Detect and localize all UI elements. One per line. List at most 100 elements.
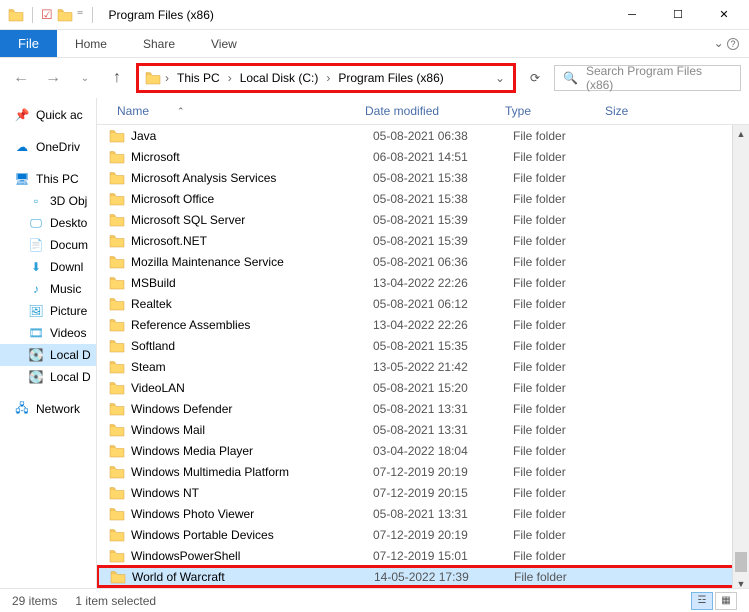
folder-icon	[109, 276, 125, 290]
table-row[interactable]: Windows Defender05-08-2021 13:31File fol…	[97, 398, 749, 419]
nav-quick-access[interactable]: 📌Quick ac	[0, 104, 96, 126]
table-row[interactable]: Softland05-08-2021 15:35File folder	[97, 335, 749, 356]
nav-local-disk[interactable]: 💽Local D	[0, 344, 96, 366]
file-date: 05-08-2021 15:38	[365, 171, 505, 185]
table-row[interactable]: MSBuild13-04-2022 22:26File folder	[97, 272, 749, 293]
table-row[interactable]: VideoLAN05-08-2021 15:20File folder	[97, 377, 749, 398]
breadcrumb-segment[interactable]: Local Disk (C:)	[236, 71, 323, 85]
column-name[interactable]: Name⌃	[97, 104, 357, 118]
status-bar: 29 items 1 item selected ☲ ▦	[0, 588, 749, 612]
file-date: 03-04-2022 18:04	[365, 444, 505, 458]
file-date: 05-08-2021 06:38	[365, 129, 505, 143]
chevron-right-icon[interactable]: ›	[163, 71, 171, 85]
view-large-button[interactable]: ▦	[715, 592, 737, 610]
nav-desktop[interactable]: 🖵Deskto	[0, 212, 96, 234]
file-list[interactable]: Java05-08-2021 06:38File folderMicrosoft…	[97, 125, 749, 592]
table-row[interactable]: Microsoft06-08-2021 14:51File folder	[97, 146, 749, 167]
search-input[interactable]: 🔍 Search Program Files (x86)	[554, 65, 741, 91]
file-type: File folder	[505, 297, 605, 311]
recent-dropdown-icon[interactable]: ⌄	[72, 65, 98, 91]
file-date: 13-04-2022 22:26	[365, 276, 505, 290]
file-date: 07-12-2019 20:19	[365, 528, 505, 542]
minimize-button[interactable]: ─	[609, 0, 655, 30]
ribbon-collapse-icon[interactable]: ⌄ ?	[714, 36, 739, 50]
table-row[interactable]: Windows NT07-12-2019 20:15File folder	[97, 482, 749, 503]
table-row[interactable]: World of Warcraft14-05-2022 17:39File fo…	[97, 566, 749, 587]
nav-this-pc[interactable]: 🖥This PC	[0, 168, 96, 190]
file-type: File folder	[505, 255, 605, 269]
view-details-button[interactable]: ☲	[691, 592, 713, 610]
pc-icon: 🖥	[14, 171, 30, 187]
chevron-right-icon[interactable]: ›	[324, 71, 332, 85]
breadcrumb-segment[interactable]: This PC	[173, 71, 224, 85]
table-row[interactable]: Windows Photo Viewer05-08-2021 13:31File…	[97, 503, 749, 524]
scrollbar-vertical[interactable]: ▲ ▼	[732, 125, 749, 592]
table-row[interactable]: Microsoft.NET05-08-2021 15:39File folder	[97, 230, 749, 251]
folder-icon	[57, 8, 73, 22]
scroll-thumb[interactable]	[735, 552, 747, 572]
folder-icon	[109, 444, 125, 458]
file-date: 05-08-2021 15:38	[365, 192, 505, 206]
folder-icon	[109, 465, 125, 479]
column-headers[interactable]: Name⌃ Date modified Type Size	[97, 98, 749, 125]
checkbox-icon[interactable]: ☑	[41, 7, 53, 23]
chevron-right-icon[interactable]: ›	[226, 71, 234, 85]
table-row[interactable]: Realtek05-08-2021 06:12File folder	[97, 293, 749, 314]
maximize-button[interactable]: ☐	[655, 0, 701, 30]
breadcrumb-segment[interactable]: Program Files (x86)	[334, 71, 447, 85]
address-bar[interactable]: › This PC › Local Disk (C:) › Program Fi…	[136, 63, 516, 93]
file-name: VideoLAN	[131, 381, 185, 395]
nav-onedrive[interactable]: ☁OneDriv	[0, 136, 96, 158]
nav-videos[interactable]: 🎞Videos	[0, 322, 96, 344]
folder-icon	[145, 71, 161, 85]
navigation-pane[interactable]: 📌Quick ac ☁OneDriv 🖥This PC ▫3D Obj 🖵Des…	[0, 98, 97, 592]
file-date: 14-05-2022 17:39	[366, 570, 506, 584]
address-dropdown-icon[interactable]: ⌄	[487, 71, 513, 85]
refresh-button[interactable]: ⟳	[522, 65, 548, 91]
up-button[interactable]: ↑	[104, 65, 130, 91]
file-date: 06-08-2021 14:51	[365, 150, 505, 164]
table-row[interactable]: WindowsPowerShell07-12-2019 15:01File fo…	[97, 545, 749, 566]
table-row[interactable]: Windows Mail05-08-2021 13:31File folder	[97, 419, 749, 440]
desktop-icon: 🖵	[28, 215, 44, 231]
table-row[interactable]: Windows Portable Devices07-12-2019 20:19…	[97, 524, 749, 545]
folder-icon	[109, 486, 125, 500]
nav-network[interactable]: 🖧Network	[0, 398, 96, 420]
column-date[interactable]: Date modified	[357, 104, 497, 118]
table-row[interactable]: Mozilla Maintenance Service05-08-2021 06…	[97, 251, 749, 272]
tab-view[interactable]: View	[193, 30, 255, 57]
table-row[interactable]: Reference Assemblies13-04-2022 22:26File…	[97, 314, 749, 335]
ribbon-tabs: File Home Share View ⌄ ?	[0, 30, 749, 58]
close-button[interactable]: ✕	[701, 0, 747, 30]
file-date: 05-08-2021 06:12	[365, 297, 505, 311]
forward-button[interactable]: →	[40, 65, 66, 91]
table-row[interactable]: Java05-08-2021 06:38File folder	[97, 125, 749, 146]
column-size[interactable]: Size	[597, 104, 677, 118]
qat-dropdown-icon[interactable]: ⁼	[77, 7, 84, 23]
table-row[interactable]: Windows Multimedia Platform07-12-2019 20…	[97, 461, 749, 482]
folder-icon	[8, 8, 24, 22]
column-type[interactable]: Type	[497, 104, 597, 118]
tab-home[interactable]: Home	[57, 30, 125, 57]
nav-documents[interactable]: 📄Docum	[0, 234, 96, 256]
file-type: File folder	[505, 402, 605, 416]
table-row[interactable]: Microsoft Analysis Services05-08-2021 15…	[97, 167, 749, 188]
file-date: 05-08-2021 15:39	[365, 234, 505, 248]
table-row[interactable]: Microsoft Office05-08-2021 15:38File fol…	[97, 188, 749, 209]
tab-file[interactable]: File	[0, 30, 57, 57]
nav-music[interactable]: ♪Music	[0, 278, 96, 300]
folder-icon	[109, 549, 125, 563]
nav-pictures[interactable]: 🖼Picture	[0, 300, 96, 322]
tab-share[interactable]: Share	[125, 30, 193, 57]
file-type: File folder	[505, 276, 605, 290]
file-date: 05-08-2021 13:31	[365, 402, 505, 416]
nav-downloads[interactable]: ⬇Downl	[0, 256, 96, 278]
nav-3d-objects[interactable]: ▫3D Obj	[0, 190, 96, 212]
file-type: File folder	[505, 234, 605, 248]
table-row[interactable]: Steam13-05-2022 21:42File folder	[97, 356, 749, 377]
table-row[interactable]: Windows Media Player03-04-2022 18:04File…	[97, 440, 749, 461]
scroll-up-icon[interactable]: ▲	[733, 125, 749, 142]
table-row[interactable]: Microsoft SQL Server05-08-2021 15:39File…	[97, 209, 749, 230]
back-button[interactable]: ←	[8, 65, 34, 91]
nav-local-disk[interactable]: 💽Local D	[0, 366, 96, 388]
